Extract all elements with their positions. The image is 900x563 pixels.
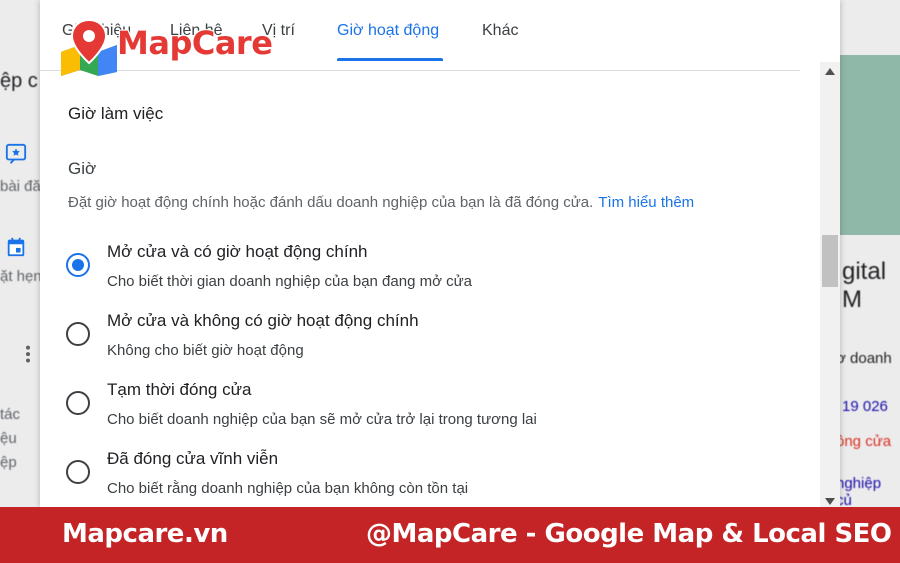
scroll-down-arrow-icon[interactable] — [825, 498, 835, 505]
logo-wordmark: MapCare — [117, 24, 273, 62]
background-item-posts: bài đă — [0, 178, 41, 195]
tab-more[interactable]: Khác — [482, 22, 518, 40]
radio-permanently-closed[interactable] — [66, 460, 90, 484]
screenshot-stage: ệp c bài đă ặt hẹn tác ệu ệp gital M ơ d… — [0, 0, 900, 563]
option-subtitle: Cho biết thời gian doanh nghiệp của bạn … — [107, 273, 472, 290]
option-permanently-closed[interactable]: Đã đóng cửa vĩnh viễn Cho biết rằng doan… — [66, 449, 786, 509]
description-text: Đặt giờ hoạt động chính hoặc đánh dấu do… — [68, 194, 594, 211]
background-item-other: tác ệu ệp — [0, 406, 21, 471]
background-item-booking: ặt hẹn — [0, 268, 42, 285]
active-tab-indicator — [337, 58, 443, 61]
option-temporarily-closed[interactable]: Tạm thời đóng cửa Cho biết doanh nghiệp … — [66, 380, 786, 440]
post-icon — [5, 143, 27, 164]
calendar-icon — [7, 237, 25, 257]
option-subtitle: Không cho biết giờ hoạt động — [107, 342, 304, 359]
section-title: Giờ làm việc — [68, 104, 164, 123]
scroll-thumb[interactable] — [822, 235, 838, 287]
option-title: Đã đóng cửa vĩnh viễn — [107, 449, 279, 468]
option-subtitle: Cho biết doanh nghiệp của bạn sẽ mở cửa … — [107, 411, 537, 428]
background-heading: ệp c — [0, 70, 38, 92]
more-vert-icon — [25, 345, 31, 363]
option-title: Tạm thời đóng cửa — [107, 380, 252, 399]
hours-content: Giờ làm việc Giờ Đặt giờ hoạt động chính… — [40, 72, 820, 507]
background-business-name: gital M — [842, 258, 887, 313]
background-status: ông cửa — [836, 433, 892, 450]
footer-banner: Mapcare.vn @MapCare - Google Map & Local… — [0, 507, 900, 563]
radio-temporarily-closed[interactable] — [66, 391, 90, 415]
hours-description: Đặt giờ hoạt động chính hoặc đánh dấu do… — [68, 194, 694, 211]
learn-more-link[interactable]: Tìm hiểu thêm — [598, 194, 694, 211]
option-title: Mở cửa và có giờ hoạt động chính — [107, 242, 368, 261]
mapcare-logo: MapCare — [58, 18, 298, 78]
map-pin-logo-icon — [61, 18, 117, 76]
option-open-with-hours[interactable]: Mở cửa và có giờ hoạt động chính Cho biế… — [66, 242, 786, 302]
background-business-line: ơ doanh — [836, 350, 892, 367]
background-link: nghiệp củ — [836, 475, 882, 509]
tab-hours[interactable]: Giờ hoạt động — [337, 22, 439, 40]
hours-label: Giờ — [68, 159, 97, 178]
radio-open-no-hours[interactable] — [66, 322, 90, 346]
background-phone: 19 026 — [842, 398, 888, 415]
option-subtitle: Cho biết rằng doanh nghiệp của bạn không… — [107, 480, 469, 497]
radio-open-with-hours[interactable] — [66, 253, 90, 277]
dialog-scrollbar[interactable] — [820, 62, 840, 507]
option-open-no-hours[interactable]: Mở cửa và không có giờ hoạt động chính K… — [66, 311, 786, 371]
footer-website: Mapcare.vn — [62, 519, 228, 549]
footer-tagline: @MapCare - Google Map & Local SEO — [366, 519, 892, 549]
option-title: Mở cửa và không có giờ hoạt động chính — [107, 311, 419, 330]
background-map-thumbnail — [840, 55, 900, 235]
scroll-up-arrow-icon[interactable] — [825, 68, 835, 75]
